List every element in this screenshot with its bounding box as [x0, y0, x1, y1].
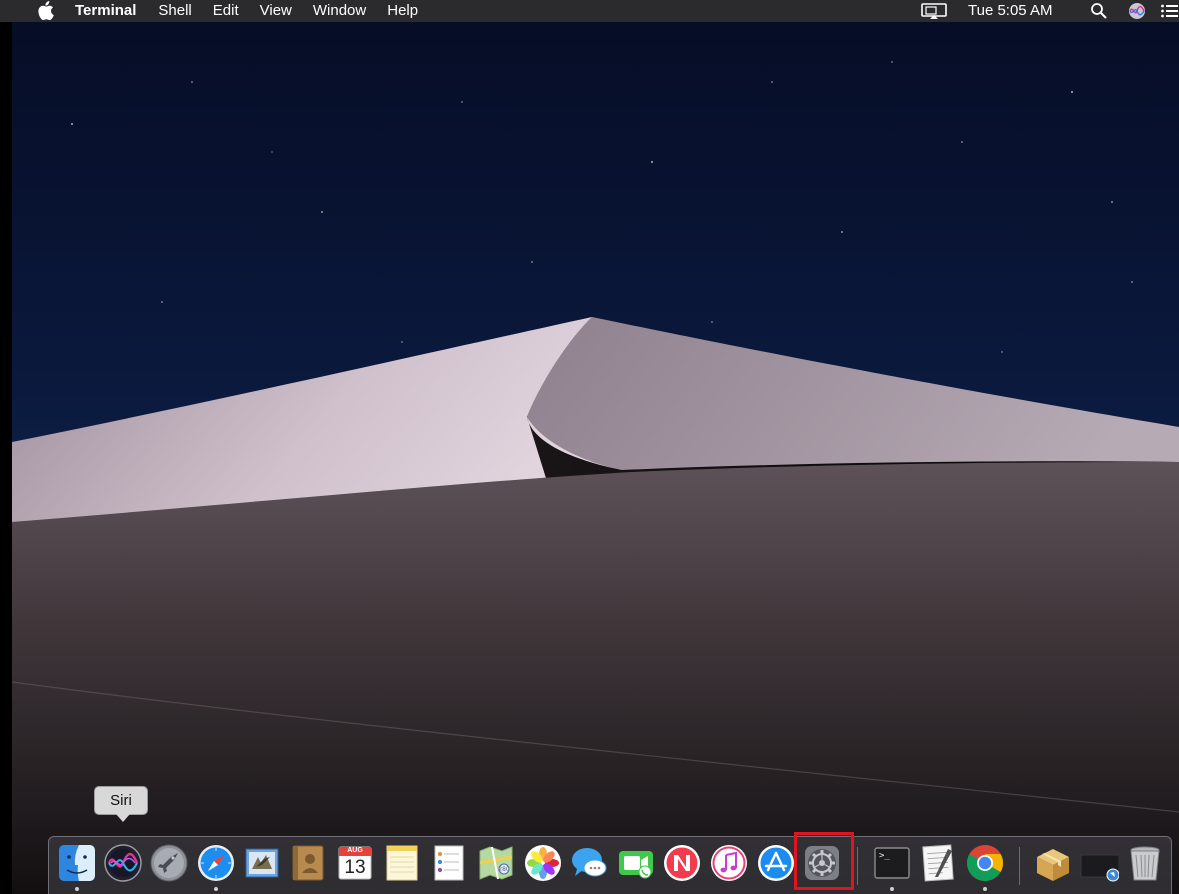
- maps-icon: 280: [479, 846, 513, 880]
- notification-center-icon[interactable]: [1160, 2, 1178, 20]
- calendar-day: 13: [344, 857, 366, 878]
- dock-item-contacts[interactable]: [288, 843, 328, 883]
- dock-item-mail[interactable]: [242, 843, 282, 883]
- safari-icon: [198, 845, 234, 881]
- svg-text:280: 280: [498, 866, 510, 873]
- menu-shell[interactable]: Shell: [158, 0, 191, 22]
- spotlight-search-icon[interactable]: [1090, 2, 1108, 20]
- menu-view[interactable]: View: [260, 0, 292, 22]
- itunes-icon: [711, 845, 747, 881]
- terminal-icon: [874, 847, 910, 879]
- dock-item-siri[interactable]: [103, 843, 143, 883]
- running-indicator-safari: [214, 887, 218, 891]
- dock: AUG 13 280 >_: [48, 836, 1172, 894]
- running-indicator-chrome: [983, 887, 987, 891]
- dock-item-finder[interactable]: [57, 843, 97, 883]
- terminal-prompt: >_: [879, 851, 890, 861]
- app-store-icon: [758, 845, 794, 881]
- calendar-month: AUG: [347, 847, 363, 854]
- siri-icon[interactable]: [1128, 2, 1146, 20]
- package-icon: [1037, 849, 1069, 881]
- news-icon: [664, 845, 700, 881]
- launchpad-icon: [150, 844, 188, 882]
- finder-icon: [59, 845, 95, 881]
- dock-tooltip: Siri: [94, 786, 148, 822]
- highlight-box-system-preferences: [794, 832, 854, 890]
- trash-icon: [1130, 846, 1160, 881]
- menu-help[interactable]: Help: [387, 0, 418, 22]
- running-indicator-finder: [75, 887, 79, 891]
- dock-separator: [1019, 847, 1020, 885]
- dock-item-app-store[interactable]: [756, 843, 796, 883]
- chrome-icon: [966, 845, 1004, 882]
- facetime-icon: [619, 851, 653, 879]
- notes-icon: [386, 845, 418, 881]
- dock-item-maps[interactable]: 280: [476, 843, 516, 883]
- menu-window[interactable]: Window: [313, 0, 366, 22]
- menu-clock[interactable]: Tue 5:05 AM: [968, 0, 1053, 22]
- dock-item-photos[interactable]: [523, 843, 563, 883]
- dock-item-news[interactable]: [662, 843, 702, 883]
- running-indicator-terminal: [890, 887, 894, 891]
- mail-icon: [245, 848, 279, 878]
- dock-item-package[interactable]: [1033, 843, 1073, 883]
- dock-item-itunes[interactable]: [709, 843, 749, 883]
- messages-icon: [572, 848, 607, 877]
- dock-item-messages[interactable]: [569, 843, 609, 883]
- dock-item-downloads[interactable]: [1079, 843, 1119, 883]
- reminders-icon: [434, 845, 464, 881]
- desktop-wallpaper: [12, 22, 1179, 894]
- dock-item-reminders[interactable]: [429, 843, 469, 883]
- menu-bar: Terminal Shell Edit View Window Help Tue…: [0, 0, 1179, 22]
- dock-separator: [857, 847, 858, 885]
- menu-edit[interactable]: Edit: [213, 0, 239, 22]
- dock-item-chrome[interactable]: [965, 843, 1005, 883]
- airplay-display-icon[interactable]: [920, 2, 950, 20]
- dock-item-safari[interactable]: [196, 843, 236, 883]
- textedit-icon: [922, 844, 954, 882]
- apple-logo-icon[interactable]: [36, 1, 54, 20]
- dock-item-notes[interactable]: [382, 843, 422, 883]
- dock-item-textedit[interactable]: [918, 843, 958, 883]
- menu-app-name[interactable]: Terminal: [75, 0, 136, 22]
- downloads-stack-icon: [1080, 854, 1119, 882]
- dock-item-launchpad[interactable]: [149, 843, 189, 883]
- siri-icon: [104, 844, 142, 882]
- dock-item-terminal[interactable]: >_: [872, 843, 912, 883]
- dock-item-trash[interactable]: [1125, 843, 1165, 883]
- dock-item-facetime[interactable]: [616, 843, 656, 883]
- photos-icon: [525, 845, 561, 881]
- dock-item-calendar[interactable]: AUG 13: [335, 843, 375, 883]
- screen-left-edge: [0, 22, 12, 894]
- contacts-icon: [292, 845, 324, 881]
